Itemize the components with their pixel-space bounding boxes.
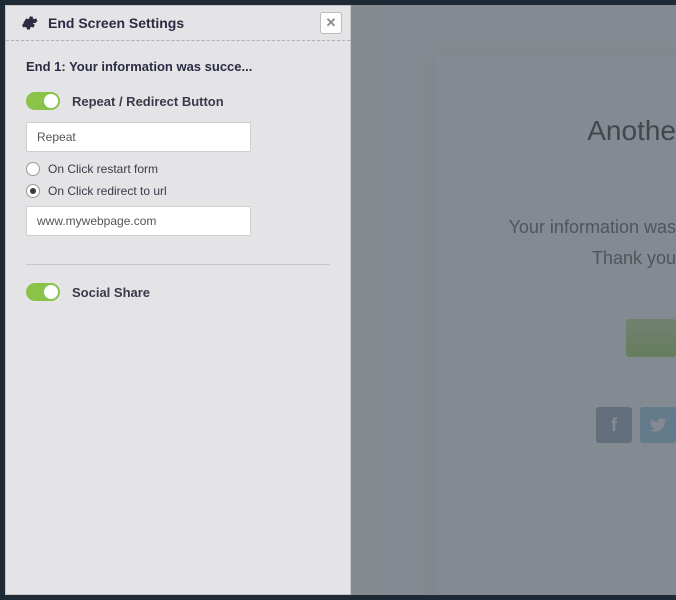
preview-repeat-button[interactable] (626, 319, 676, 357)
restart-form-label: On Click restart form (48, 162, 158, 176)
repeat-redirect-row: Repeat / Redirect Button (26, 92, 330, 110)
repeat-redirect-toggle[interactable] (26, 92, 60, 110)
gear-icon (20, 14, 38, 32)
settings-sidebar: End Screen Settings ✕ End 1: Your inform… (5, 5, 351, 595)
preview-card: Anothe Your information was Thank you f (436, 55, 676, 595)
divider (26, 264, 330, 265)
redirect-url-radio[interactable] (26, 184, 40, 198)
end-screen-label: End 1: Your information was succe... (26, 59, 330, 74)
facebook-icon[interactable]: f (596, 407, 632, 443)
restart-form-radio[interactable] (26, 162, 40, 176)
social-share-label: Social Share (72, 285, 150, 300)
preview-message-line1: Your information was (436, 217, 676, 238)
redirect-url-radio-row[interactable]: On Click redirect to url (26, 184, 330, 198)
social-buttons-row: f (436, 407, 676, 443)
restart-form-radio-row[interactable]: On Click restart form (26, 162, 330, 176)
close-icon: ✕ (326, 15, 337, 31)
repeat-redirect-label: Repeat / Redirect Button (72, 94, 224, 109)
redirect-url-label: On Click redirect to url (48, 184, 167, 198)
sidebar-body: End 1: Your information was succe... Rep… (6, 41, 350, 331)
button-text-input[interactable] (26, 122, 251, 152)
sidebar-header: End Screen Settings ✕ (6, 6, 350, 41)
social-share-toggle[interactable] (26, 283, 60, 301)
social-share-row: Social Share (26, 283, 330, 301)
preview-pane: Anothe Your information was Thank you f (351, 5, 676, 595)
close-button[interactable]: ✕ (320, 12, 342, 34)
sidebar-title: End Screen Settings (48, 15, 184, 31)
redirect-url-input[interactable] (26, 206, 251, 236)
twitter-icon[interactable] (640, 407, 676, 443)
preview-message-line2: Thank you (436, 248, 676, 269)
preview-heading: Anothe (436, 115, 676, 147)
